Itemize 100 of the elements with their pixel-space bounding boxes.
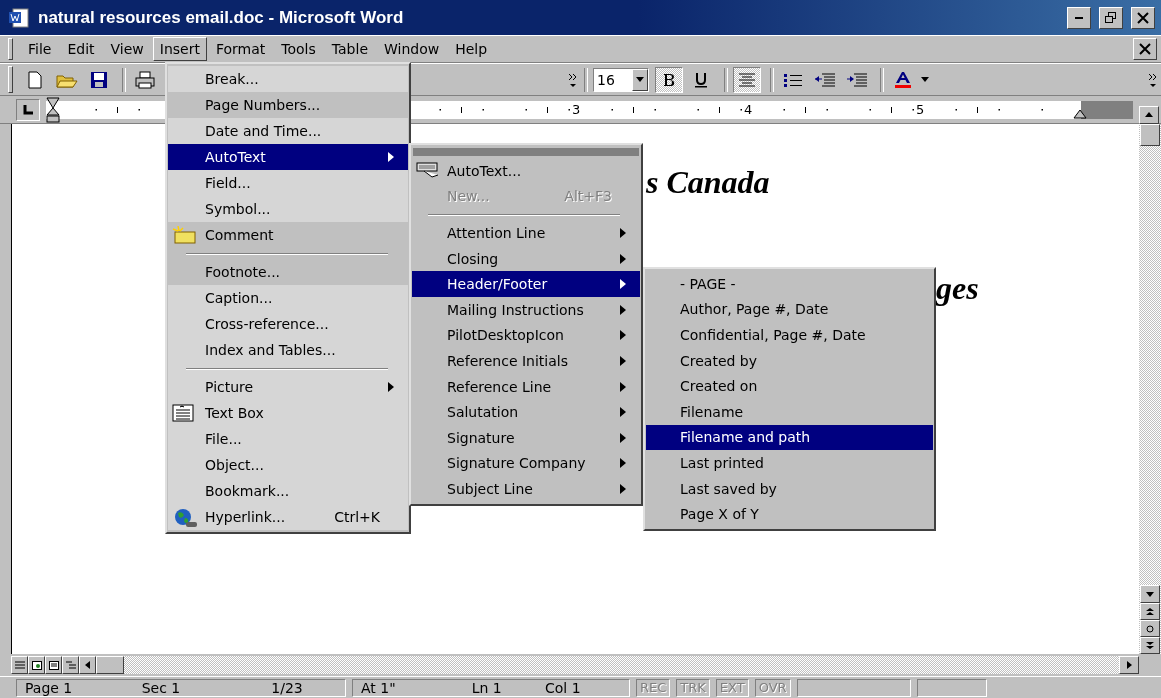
submenu-arrow-icon bbox=[620, 304, 626, 315]
menu-item[interactable]: Insert bbox=[152, 37, 207, 61]
right-indent-marker-icon[interactable] bbox=[1073, 108, 1087, 119]
scroll-up-button[interactable] bbox=[1139, 105, 1159, 124]
menu-item[interactable]: Filename and path bbox=[646, 424, 933, 451]
menu-item[interactable]: Caption... bbox=[168, 285, 408, 311]
outline-view-button[interactable] bbox=[62, 656, 79, 674]
menu-item[interactable]: File... bbox=[168, 426, 408, 452]
indent-icon bbox=[846, 72, 868, 87]
menu-item[interactable]: AutoText bbox=[168, 144, 408, 170]
submenu-arrow-icon bbox=[620, 432, 626, 443]
status-indicator: EXT bbox=[715, 678, 749, 697]
scroll-right-button[interactable] bbox=[1119, 656, 1139, 674]
menu-item[interactable]: Table bbox=[324, 37, 375, 61]
submenu-arrow-icon bbox=[388, 152, 394, 162]
submenu-arrow-icon bbox=[620, 407, 626, 418]
submenu-arrow-icon bbox=[620, 458, 626, 469]
menu-item[interactable]: Index and Tables... bbox=[168, 337, 408, 363]
font-size-dropdown[interactable]: 16 bbox=[593, 67, 649, 92]
menu-item[interactable]: Tools bbox=[274, 37, 323, 61]
status-text: Sec 1 bbox=[140, 679, 182, 696]
menu-item[interactable]: Date and Time... bbox=[168, 118, 408, 144]
normal-view-button[interactable] bbox=[11, 656, 28, 674]
menu-item[interactable]: Break... bbox=[168, 66, 408, 92]
up-arrow-icon bbox=[1145, 112, 1153, 117]
submenu-arrow-icon bbox=[620, 330, 626, 341]
center-align-button[interactable] bbox=[733, 66, 761, 93]
scroll-left-button[interactable] bbox=[79, 656, 96, 674]
web-page-icon bbox=[31, 660, 42, 670]
status-indicator: TRK bbox=[676, 678, 710, 697]
menu-item[interactable]: Format bbox=[208, 37, 273, 61]
scroll-thumb[interactable] bbox=[1140, 124, 1160, 146]
status-text: Col 1 bbox=[544, 679, 582, 696]
right-arrow-icon bbox=[1126, 661, 1132, 669]
ruler-number: 3 bbox=[572, 101, 581, 117]
bold-button[interactable] bbox=[655, 66, 683, 93]
status-indicator: OVR bbox=[754, 678, 791, 697]
shortcut-text: Alt+F3 bbox=[564, 188, 612, 205]
status-text: Ln 1 bbox=[470, 679, 503, 696]
shortcut-text: Ctrl+K bbox=[334, 509, 380, 525]
close-icon bbox=[1139, 43, 1151, 55]
submenu-arrow-icon bbox=[620, 483, 626, 494]
underline-icon bbox=[694, 71, 708, 88]
page-icon bbox=[48, 660, 59, 670]
tab-stop-button[interactable] bbox=[16, 98, 40, 121]
menu-item[interactable]: Edit bbox=[60, 37, 102, 61]
menu-item[interactable]: Text Box bbox=[168, 400, 408, 426]
outdent-icon bbox=[814, 72, 836, 87]
status-text: 1/23 bbox=[270, 679, 304, 696]
submenu-arrow-icon bbox=[388, 382, 394, 392]
restore-button[interactable] bbox=[1099, 6, 1123, 29]
lines-icon bbox=[14, 660, 25, 670]
globe-icon bbox=[172, 508, 198, 528]
menu-item[interactable]: Symbol... bbox=[168, 196, 408, 222]
print-view-button[interactable] bbox=[45, 656, 62, 674]
down-arrow-icon bbox=[1146, 591, 1154, 597]
menu-drag-handle[interactable] bbox=[413, 148, 639, 156]
menu-item[interactable]: Object... bbox=[168, 452, 408, 478]
close-icon bbox=[1137, 11, 1149, 24]
previous-page-button[interactable] bbox=[1140, 603, 1160, 620]
dropdown-button[interactable] bbox=[632, 68, 648, 91]
restore-icon bbox=[1105, 11, 1117, 24]
printer-icon bbox=[135, 70, 155, 89]
submenu-arrow-icon bbox=[620, 279, 626, 290]
menu-item[interactable]: Field... bbox=[168, 170, 408, 196]
more-buttons-icon[interactable] bbox=[1147, 71, 1159, 88]
web-view-button[interactable] bbox=[28, 656, 45, 674]
font-color-icon bbox=[893, 70, 913, 89]
ruler-number: 5 bbox=[916, 101, 925, 117]
status-text: At 1" bbox=[360, 679, 397, 696]
minimize-button[interactable] bbox=[1067, 6, 1091, 29]
more-buttons-icon[interactable] bbox=[567, 71, 579, 88]
menu-item[interactable]: Cross-reference... bbox=[168, 311, 408, 337]
menu-item[interactable]: Bookmark... bbox=[168, 478, 408, 504]
document-text: s Canada bbox=[646, 164, 770, 201]
status-pane bbox=[916, 678, 987, 697]
menu-item[interactable]: File bbox=[21, 37, 59, 61]
close-document-button[interactable] bbox=[1133, 38, 1157, 60]
indent-marker-icon[interactable] bbox=[46, 96, 60, 123]
submenu-arrow-icon bbox=[620, 355, 626, 366]
scroll-down-button[interactable] bbox=[1140, 585, 1160, 603]
bold-icon bbox=[662, 72, 676, 87]
menu-item[interactable]: View bbox=[103, 37, 151, 61]
close-button[interactable] bbox=[1131, 6, 1155, 29]
menu-item[interactable]: Header/Footer bbox=[412, 271, 640, 297]
double-down-arrow-icon bbox=[1146, 641, 1154, 650]
status-text: Page 1 bbox=[24, 679, 74, 696]
menu-item[interactable]: Help bbox=[448, 37, 495, 61]
menu-item[interactable]: Picture bbox=[168, 374, 408, 400]
status-indicator: REC bbox=[636, 678, 671, 697]
next-page-button[interactable] bbox=[1140, 637, 1160, 654]
left-arrow-icon bbox=[85, 661, 90, 669]
caret-icon bbox=[636, 77, 644, 82]
menu-item[interactable]: Hyperlink... Ctrl+K bbox=[168, 504, 408, 530]
ruler-number: 4 bbox=[744, 101, 753, 117]
note-icon bbox=[172, 226, 198, 244]
browse-object-button[interactable] bbox=[1140, 620, 1160, 637]
blank-page-icon bbox=[28, 70, 42, 89]
menu-item[interactable]: Window bbox=[377, 37, 447, 61]
scroll-thumb[interactable] bbox=[96, 656, 124, 674]
